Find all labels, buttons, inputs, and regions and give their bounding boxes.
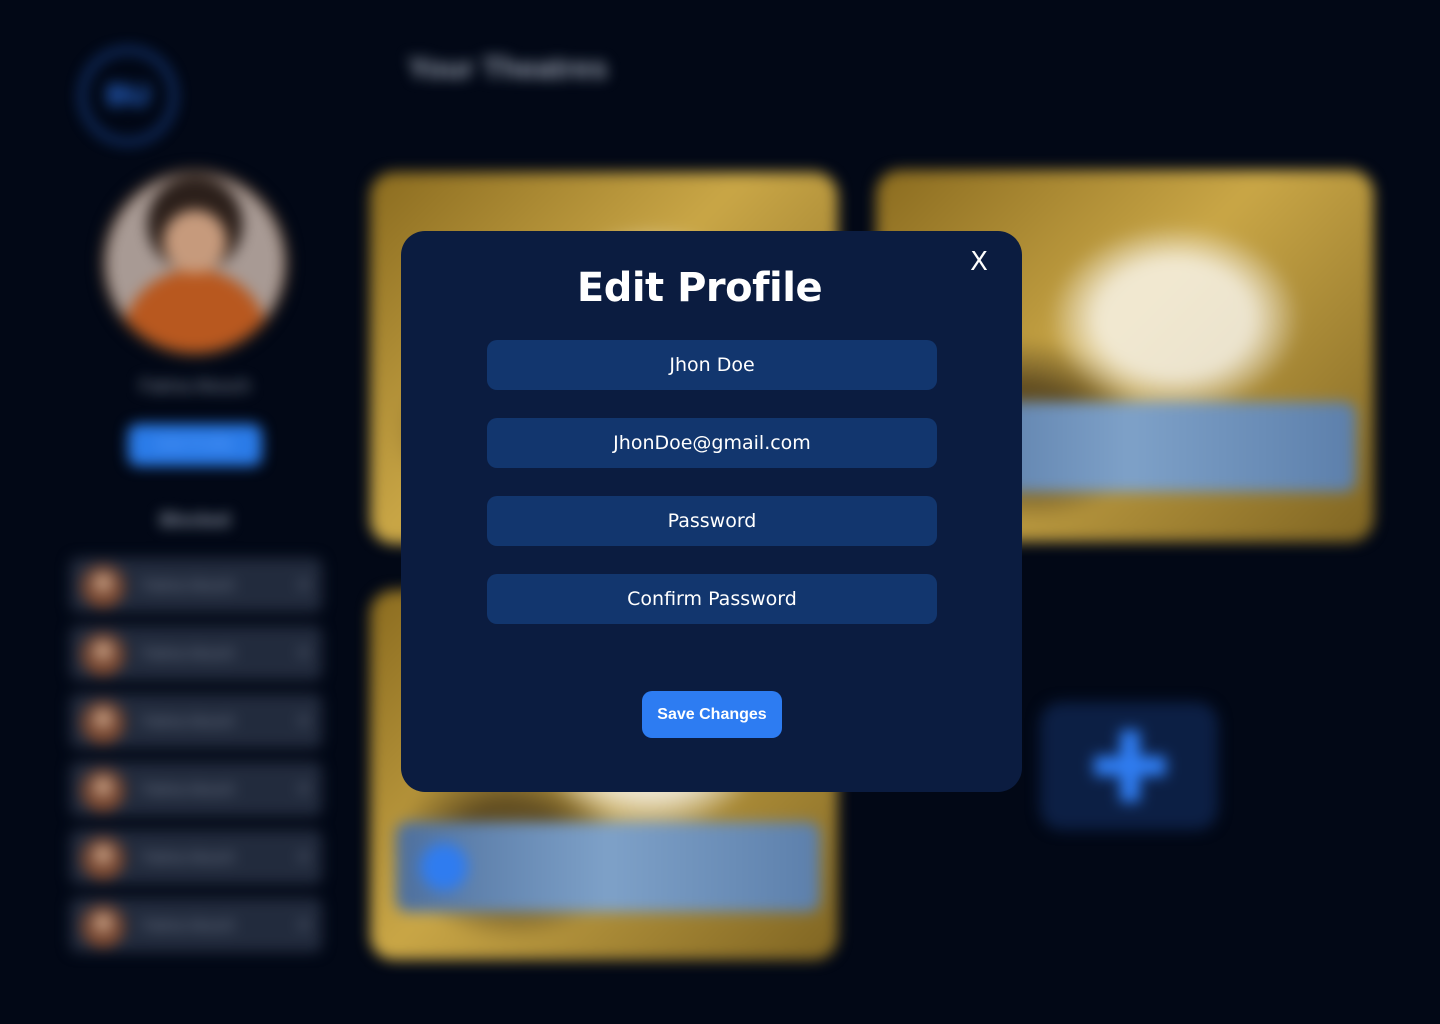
close-icon: ✕ — [297, 713, 310, 730]
email-field[interactable] — [487, 418, 937, 468]
list-item: Fatma Atouch ✕ — [70, 626, 322, 680]
avatar — [82, 632, 124, 674]
list-item: Fatma Atouch ✕ — [70, 762, 322, 816]
card-player-bar — [396, 822, 820, 912]
user-name: Fatma Atouch — [139, 376, 251, 396]
plus-icon — [1094, 756, 1166, 776]
avatar — [82, 564, 124, 606]
avatar — [82, 904, 124, 946]
blocked-user-name: Fatma Atouch — [142, 712, 235, 730]
blocked-user-name: Fatma Atouch — [142, 576, 235, 594]
close-icon: ✕ — [297, 577, 310, 594]
blocked-user-name: Fatma Atouch — [142, 916, 235, 934]
modal-title: Edit Profile — [576, 265, 823, 311]
confirm-password-field[interactable] — [487, 574, 937, 624]
edit-profile-button: Edit Profile — [128, 424, 262, 466]
edit-profile-modal: X Edit Profile Save Changes — [401, 231, 1022, 792]
save-button[interactable]: Save Changes — [642, 691, 782, 738]
app-logo: BU — [80, 48, 176, 144]
password-field[interactable] — [487, 496, 937, 546]
list-item: Fatma Atouch ✕ — [70, 898, 322, 952]
blocked-list: Fatma Atouch ✕ Fatma Atouch ✕ Fatma Atou… — [70, 558, 322, 966]
list-item: Fatma Atouch ✕ — [70, 694, 322, 748]
close-icon: ✕ — [297, 645, 310, 662]
plus-icon — [1120, 730, 1140, 802]
name-field[interactable] — [487, 340, 937, 390]
avatar — [82, 836, 124, 878]
blocked-user-name: Fatma Atouch — [142, 780, 235, 798]
avatar — [100, 168, 290, 358]
edit-profile-label: Edit Profile — [156, 436, 234, 453]
blocked-heading: Blocked — [159, 510, 231, 530]
close-icon: ✕ — [297, 849, 310, 866]
list-item: Fatma Atouch ✕ — [70, 558, 322, 612]
add-theatre-button — [1040, 702, 1218, 830]
blocked-user-name: Fatma Atouch — [142, 848, 235, 866]
avatar — [82, 700, 124, 742]
close-icon: ✕ — [297, 781, 310, 798]
blocked-user-name: Fatma Atouch — [142, 644, 235, 662]
page-title: Your Theatres — [408, 52, 608, 85]
logo-text: BU — [106, 79, 150, 112]
list-item: Fatma Atouch ✕ — [70, 830, 322, 884]
play-icon — [420, 843, 468, 891]
avatar — [82, 768, 124, 810]
close-icon: ✕ — [297, 917, 310, 934]
